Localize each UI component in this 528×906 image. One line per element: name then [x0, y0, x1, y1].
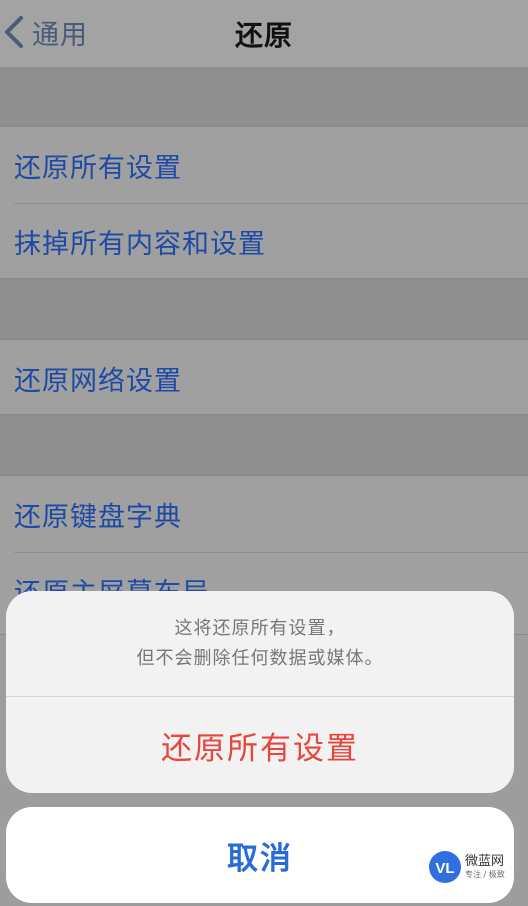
- vl-logo-icon: VL: [429, 851, 461, 883]
- erase-all-content-cell[interactable]: 抹掉所有内容和设置: [14, 203, 528, 279]
- reset-all-settings-button[interactable]: 还原所有设置: [6, 697, 514, 793]
- message-line-1: 这将还原所有设置，: [174, 617, 346, 639]
- navigation-bar: 通用 还原: [0, 0, 528, 68]
- reset-keyboard-dictionary-cell[interactable]: 还原键盘字典: [0, 476, 528, 552]
- message-line-2: 但不会删除任何数据或媒体。: [136, 647, 384, 669]
- cancel-label: 取消: [227, 840, 293, 877]
- section-gap: [0, 68, 528, 126]
- action-sheet-message: 这将还原所有设置， 但不会删除任何数据或媒体。: [6, 591, 514, 697]
- settings-group-2: 还原网络设置: [0, 339, 528, 415]
- reset-network-settings-cell[interactable]: 还原网络设置: [0, 340, 528, 416]
- section-gap: [0, 279, 528, 339]
- settings-group-1: 还原所有设置 抹掉所有内容和设置: [0, 126, 528, 279]
- section-gap: [0, 415, 528, 475]
- logo-text: VL: [435, 860, 454, 877]
- watermark: VL 微蓝网 专注 / 极致: [428, 847, 524, 887]
- watermark-tagline: 专注 / 极致: [465, 870, 505, 879]
- reset-all-settings-cell[interactable]: 还原所有设置: [0, 127, 528, 203]
- watermark-name: 微蓝网: [465, 854, 505, 869]
- page-title: 还原: [234, 19, 293, 52]
- action-sheet: 这将还原所有设置， 但不会删除任何数据或媒体。 还原所有设置: [6, 591, 514, 793]
